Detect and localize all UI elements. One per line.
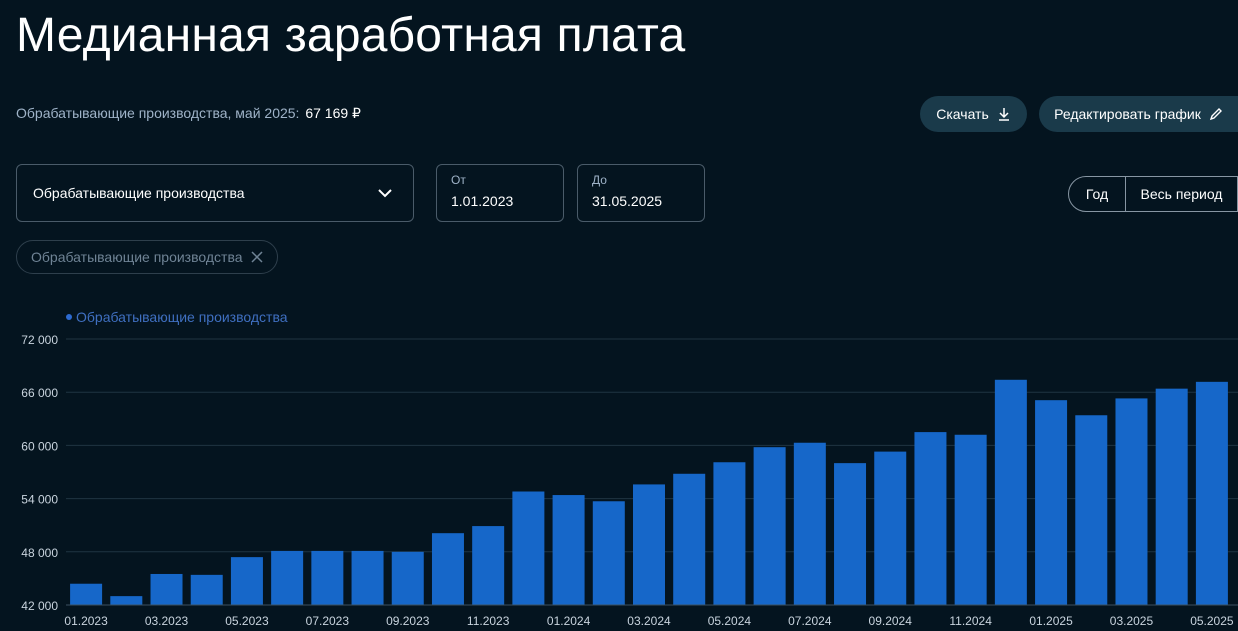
- chart-bar[interactable]: [633, 484, 665, 605]
- x-tick-label: 09.2024: [869, 614, 913, 628]
- x-tick-label: 05.2023: [225, 614, 269, 628]
- x-tick-label: 07.2024: [788, 614, 832, 628]
- x-tick-label: 03.2023: [145, 614, 189, 628]
- chart-bar[interactable]: [391, 551, 424, 605]
- chart-bar[interactable]: [150, 573, 183, 605]
- chart-bar[interactable]: [552, 495, 585, 605]
- chart-bar[interactable]: [713, 462, 746, 605]
- x-tick-label: 07.2023: [306, 614, 350, 628]
- bar-chart: 42 000 48 000 54 000 60 000 66 000 72 000 01.2…: [21, 333, 1238, 628]
- y-tick-label: 42 000: [21, 599, 58, 613]
- chart-bar[interactable]: [351, 550, 384, 605]
- x-tick-label: 11.2024: [949, 614, 992, 628]
- chart-bar[interactable]: [793, 442, 826, 605]
- y-tick-label: 60 000: [21, 439, 58, 453]
- y-tick-label: 54 000: [21, 493, 58, 507]
- chart-bar[interactable]: [472, 526, 505, 605]
- x-tick-label: 01.2024: [547, 614, 591, 628]
- x-tick-label: 09.2023: [386, 614, 430, 628]
- chart-bar[interactable]: [271, 550, 304, 605]
- chart-bar[interactable]: [512, 491, 545, 605]
- x-tick-label: 03.2025: [1110, 614, 1154, 628]
- chart-bar[interactable]: [592, 501, 625, 605]
- y-tick-label: 48 000: [21, 546, 58, 560]
- chart-bar[interactable]: [914, 432, 947, 605]
- chart-bar[interactable]: [70, 583, 103, 605]
- chart-bar[interactable]: [1115, 398, 1148, 605]
- chart-bar[interactable]: [954, 434, 987, 605]
- chart-bar[interactable]: [1035, 400, 1068, 605]
- x-tick-label: 05.2025: [1190, 614, 1234, 628]
- y-tick-label: 66 000: [21, 386, 58, 400]
- x-tick-label: 05.2024: [708, 614, 752, 628]
- chart-bar[interactable]: [994, 379, 1027, 605]
- chart-bar[interactable]: [311, 550, 344, 605]
- x-tick-label: 01.2025: [1029, 614, 1073, 628]
- y-tick-label: 72 000: [21, 333, 58, 347]
- chart-bar[interactable]: [753, 447, 786, 605]
- chart-bar[interactable]: [834, 463, 867, 605]
- chart-bar[interactable]: [431, 533, 464, 605]
- chart-bar[interactable]: [1195, 381, 1228, 605]
- x-tick-label: 01.2023: [64, 614, 108, 628]
- chart-bar[interactable]: [190, 574, 223, 605]
- chart-bar[interactable]: [673, 473, 706, 605]
- chart-bar[interactable]: [1155, 388, 1188, 605]
- chart-bar[interactable]: [110, 596, 143, 605]
- x-tick-label: 03.2024: [627, 614, 671, 628]
- chart-bar[interactable]: [230, 557, 263, 605]
- chart-bar[interactable]: [1075, 415, 1108, 605]
- x-tick-label: 11.2023: [467, 614, 510, 628]
- chart-bar[interactable]: [874, 451, 907, 605]
